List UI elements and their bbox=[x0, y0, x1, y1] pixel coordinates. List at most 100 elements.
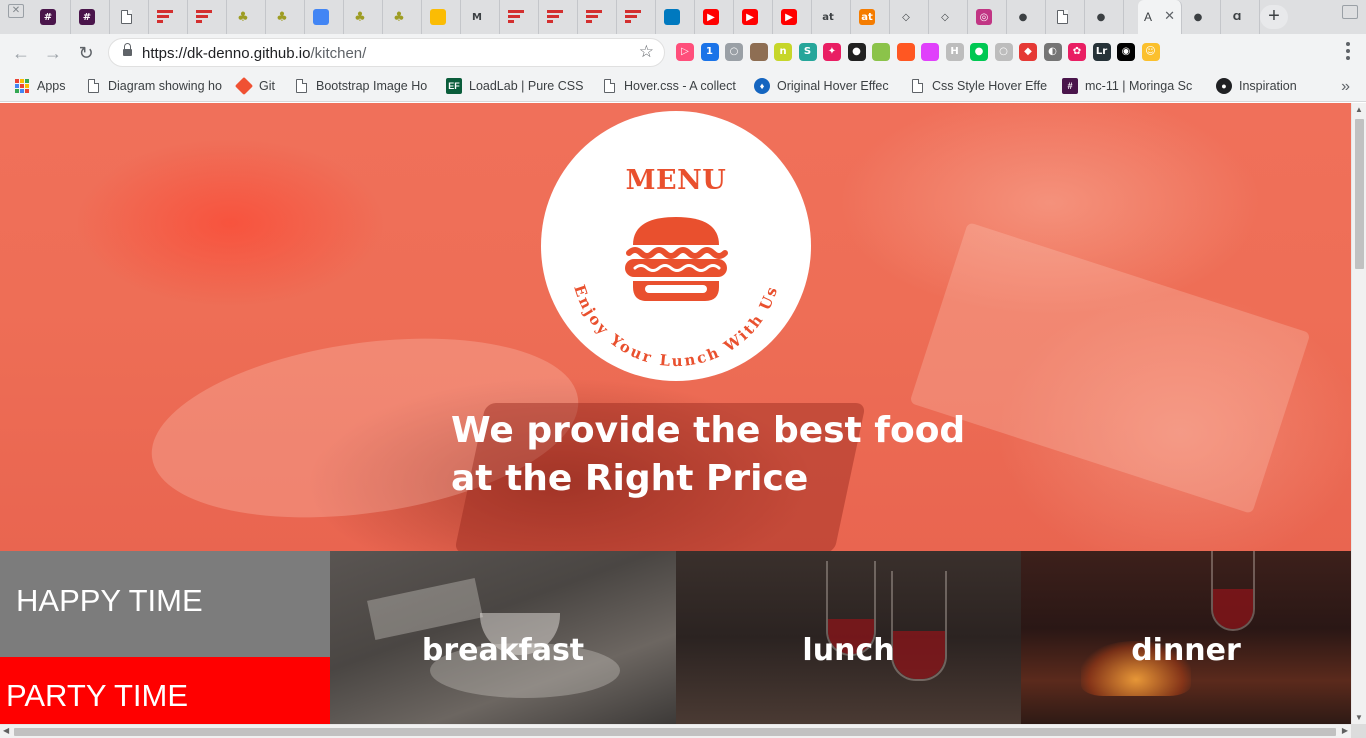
tab[interactable]: ▶ bbox=[695, 0, 734, 34]
tab[interactable]: at bbox=[851, 0, 890, 34]
gmail-icon: M bbox=[472, 11, 482, 23]
bookmark-star-icon[interactable]: ☆ bbox=[639, 42, 654, 62]
tab[interactable]: ♣ bbox=[266, 0, 305, 34]
tab[interactable]: ◇ bbox=[929, 0, 968, 34]
tab[interactable] bbox=[617, 0, 656, 34]
happy-time-label: HAPPY TIME bbox=[16, 583, 203, 618]
ext-colorwheel-icon[interactable]: ✿ bbox=[1068, 43, 1086, 61]
ext-s-icon[interactable]: S bbox=[798, 43, 817, 61]
bookmark-item[interactable]: ● Inspiration bbox=[1216, 78, 1297, 94]
tab[interactable]: ◎ bbox=[968, 0, 1007, 34]
happy-time-panel[interactable]: HAPPY TIME bbox=[0, 551, 330, 657]
lunch-tile[interactable]: lunch bbox=[676, 551, 1021, 724]
back-button[interactable]: ← bbox=[10, 42, 32, 64]
tab[interactable]: ● bbox=[1007, 0, 1046, 34]
ext-red-shield-icon[interactable]: ◆ bbox=[1019, 43, 1037, 61]
tab[interactable] bbox=[500, 0, 539, 34]
scroll-down-icon[interactable]: ▼ bbox=[1355, 713, 1363, 722]
tab-close-icon[interactable]: ✕ bbox=[1164, 8, 1175, 24]
ext-black-circle-icon[interactable]: ◉ bbox=[1117, 43, 1135, 61]
tab-active[interactable]: A ✕ bbox=[1138, 0, 1182, 34]
horizontal-scroll-thumb[interactable] bbox=[14, 728, 1336, 736]
tab[interactable] bbox=[149, 0, 188, 34]
tab[interactable]: ● bbox=[1085, 0, 1124, 34]
ext-pink-page-icon[interactable] bbox=[921, 43, 939, 61]
bookmark-item[interactable]: Apps bbox=[14, 78, 66, 94]
ext-grey-circle-icon[interactable]: ○ bbox=[994, 43, 1013, 61]
youtube-icon: ▶ bbox=[781, 9, 797, 25]
vertical-scrollbar[interactable]: ▲ ▼ bbox=[1351, 103, 1366, 724]
ext-ghostery-icon[interactable]: 1 bbox=[700, 43, 719, 61]
reload-button[interactable]: ↻ bbox=[75, 42, 97, 64]
browser-menu-icon[interactable] bbox=[1346, 42, 1350, 60]
bookmark-item[interactable]: Git bbox=[234, 76, 275, 96]
bookmark-label: Bootstrap Image Ho bbox=[316, 79, 428, 93]
tab[interactable] bbox=[539, 0, 578, 34]
page-icon bbox=[1054, 9, 1070, 25]
bookmark-item[interactable]: # mc-11 | Moringa Sc bbox=[1062, 78, 1192, 94]
tab[interactable]: # bbox=[71, 0, 110, 34]
tab-list: # # ♣ ♣ ♣ ♣ M ▶ ▶ ▶ at at ◇ ◇ ◎ ● ● bbox=[32, 0, 1124, 34]
breakfast-tile[interactable]: breakfast bbox=[330, 551, 676, 724]
forward-button[interactable]: → bbox=[42, 42, 64, 64]
tab[interactable]: ◇ bbox=[890, 0, 929, 34]
tab[interactable]: ▶ bbox=[734, 0, 773, 34]
party-time-panel[interactable]: PARTY TIME bbox=[0, 657, 330, 724]
ext-colorful-icon[interactable] bbox=[896, 43, 915, 61]
lock-icon[interactable] bbox=[123, 43, 132, 58]
scroll-left-icon[interactable]: ◀ bbox=[3, 726, 9, 735]
url-text[interactable]: https://dk-denno.github.io/kitchen/ bbox=[142, 45, 366, 62]
ext-green-circle-icon[interactable]: ● bbox=[970, 43, 988, 61]
bookmark-item[interactable]: Bootstrap Image Ho bbox=[293, 78, 427, 94]
tab[interactable] bbox=[1046, 0, 1085, 34]
bookmark-item[interactable]: Diagram showing ho bbox=[85, 78, 222, 94]
ext-h-icon[interactable]: H bbox=[945, 43, 964, 61]
tab[interactable]: ♣ bbox=[344, 0, 383, 34]
tab[interactable]: # bbox=[32, 0, 71, 34]
bookmark-item[interactable]: EF LoadLab | Pure CSS bbox=[446, 78, 583, 94]
ext-n-icon[interactable]: n bbox=[774, 43, 792, 61]
tab[interactable] bbox=[422, 0, 461, 34]
scroll-right-icon[interactable]: ▶ bbox=[1342, 726, 1348, 735]
slack-hash-icon: # bbox=[79, 9, 95, 25]
window-restore-icon[interactable] bbox=[1342, 5, 1358, 19]
browser-toolbar: ← → ↻ https://dk-denno.github.io/kitchen… bbox=[0, 34, 1366, 72]
tab[interactable]: ▶ bbox=[773, 0, 812, 34]
window-close-icon[interactable]: ✕ bbox=[8, 4, 24, 18]
tab[interactable]: at bbox=[812, 0, 851, 34]
tab[interactable]: ♣ bbox=[227, 0, 266, 34]
ext-unicorn-icon[interactable]: ✦ bbox=[823, 43, 841, 61]
ext-photo-icon[interactable] bbox=[749, 43, 768, 61]
bookmark-item[interactable]: Css Style Hover Effe bbox=[909, 78, 1047, 94]
tab[interactable] bbox=[188, 0, 227, 34]
tab[interactable] bbox=[656, 0, 695, 34]
ext-play-icon[interactable]: ▷ bbox=[676, 43, 694, 61]
ext-green-square-icon[interactable] bbox=[872, 43, 890, 61]
ext-lr-icon[interactable]: Lr bbox=[1092, 43, 1111, 61]
ext-dark-circle-icon[interactable]: ● bbox=[847, 43, 866, 61]
at-orange-icon: at bbox=[859, 9, 875, 25]
ext-emoji-icon[interactable]: ☺ bbox=[1141, 43, 1160, 61]
tab[interactable] bbox=[110, 0, 149, 34]
dinner-tile[interactable]: dinner bbox=[1021, 551, 1351, 724]
page-icon bbox=[118, 9, 134, 25]
bookmarks-overflow-icon[interactable]: » bbox=[1341, 78, 1350, 96]
trello-red-icon bbox=[157, 9, 173, 25]
ext-circle-icon[interactable]: ○ bbox=[725, 43, 743, 61]
bookmark-item[interactable]: ♦ Original Hover Effec bbox=[754, 78, 889, 94]
horizontal-scrollbar[interactable]: ◀ ▶ bbox=[0, 724, 1351, 738]
address-bar[interactable]: https://dk-denno.github.io/kitchen/ ☆ bbox=[108, 38, 665, 67]
tab[interactable] bbox=[305, 0, 344, 34]
tab[interactable] bbox=[578, 0, 617, 34]
meal-tiles-section: HAPPY TIME PARTY TIME breakfast lunch di… bbox=[0, 551, 1351, 724]
vertical-scroll-thumb[interactable] bbox=[1355, 119, 1364, 269]
ext-bulb-icon[interactable]: ◐ bbox=[1043, 43, 1062, 61]
tab[interactable]: M bbox=[461, 0, 500, 34]
bookmark-item[interactable]: Hover.css - A collect bbox=[601, 78, 736, 94]
hero-section: MENU Enjoy Your Lunch With Us We provide… bbox=[0, 103, 1351, 551]
new-tab-button[interactable]: + bbox=[1260, 5, 1288, 29]
tab[interactable]: ♣ bbox=[383, 0, 422, 34]
tab[interactable]: ● bbox=[1182, 0, 1221, 34]
tab[interactable]: Ɑ bbox=[1221, 0, 1260, 34]
scroll-up-icon[interactable]: ▲ bbox=[1355, 105, 1363, 114]
